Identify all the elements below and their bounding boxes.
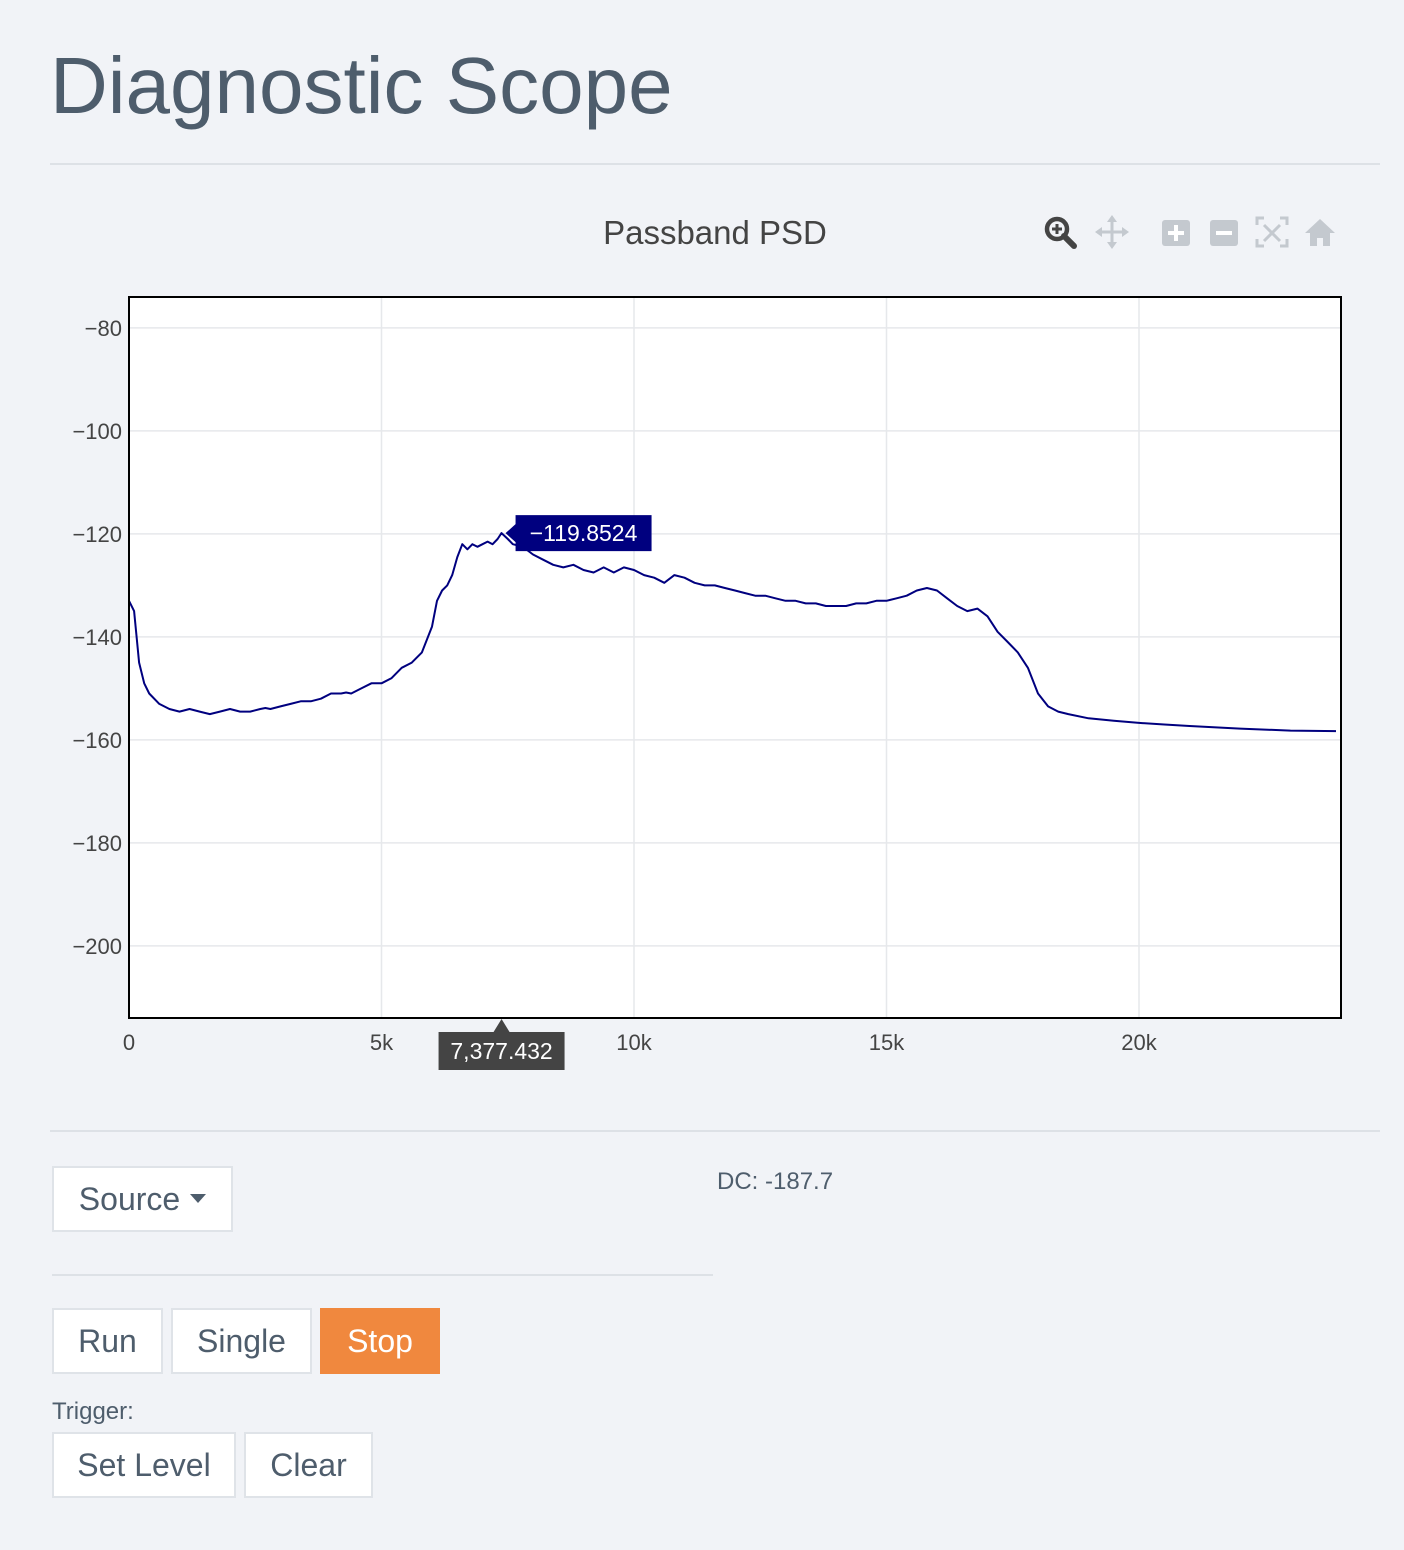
x-tick-label: 20k	[1121, 1030, 1157, 1055]
single-button[interactable]: Single	[171, 1308, 312, 1374]
source-dropdown-label: Source	[78, 1181, 181, 1217]
page-root: Diagnostic Scope 0 5k 10k 15k 20k −80 −100 −120…	[0, 0, 1404, 1550]
reset-axes-icon[interactable]	[1300, 212, 1340, 252]
psd-chart[interactable]: 0 5k 10k 15k 20k −80 −100 −120 −140 −160 −180 −200 −…	[0, 0, 1404, 1120]
hover-y-label: −119.8524	[530, 520, 638, 546]
y-tick-label: −140	[72, 625, 122, 650]
zoom-in-icon[interactable]	[1156, 212, 1196, 252]
plot-background	[129, 297, 1341, 1018]
zoom-icon[interactable]	[1040, 212, 1080, 252]
trigger-label: Trigger:	[52, 1398, 134, 1425]
y-tick-label: −160	[72, 728, 122, 753]
y-tick-label: −200	[72, 934, 122, 959]
set-level-button[interactable]: Set Level	[52, 1432, 236, 1498]
y-tick-label: −80	[85, 316, 122, 341]
source-dropdown-button[interactable]: Source	[52, 1166, 233, 1232]
autoscale-icon[interactable]	[1252, 212, 1292, 252]
x-tick-label: 10k	[616, 1030, 652, 1055]
y-tick-label: −120	[72, 522, 122, 547]
zoom-out-icon[interactable]	[1204, 212, 1244, 252]
run-button[interactable]: Run	[52, 1308, 163, 1374]
y-tick-label: −180	[72, 831, 122, 856]
x-tick-label: 0	[123, 1030, 135, 1055]
controls-divider	[52, 1274, 713, 1276]
caret-down-icon	[190, 1194, 207, 1204]
y-tick-label: −100	[72, 419, 122, 444]
hover-x-label: 7,377.432	[450, 1038, 552, 1064]
dc-readout: DC: -187.7	[717, 1168, 834, 1195]
pan-icon[interactable]	[1092, 212, 1132, 252]
chart-title: Passband PSD	[603, 214, 827, 251]
x-tick-label: 5k	[370, 1030, 394, 1055]
chart-divider	[50, 1130, 1380, 1132]
stop-button[interactable]: Stop	[320, 1308, 440, 1374]
x-tick-label: 15k	[869, 1030, 905, 1055]
clear-button[interactable]: Clear	[244, 1432, 373, 1498]
